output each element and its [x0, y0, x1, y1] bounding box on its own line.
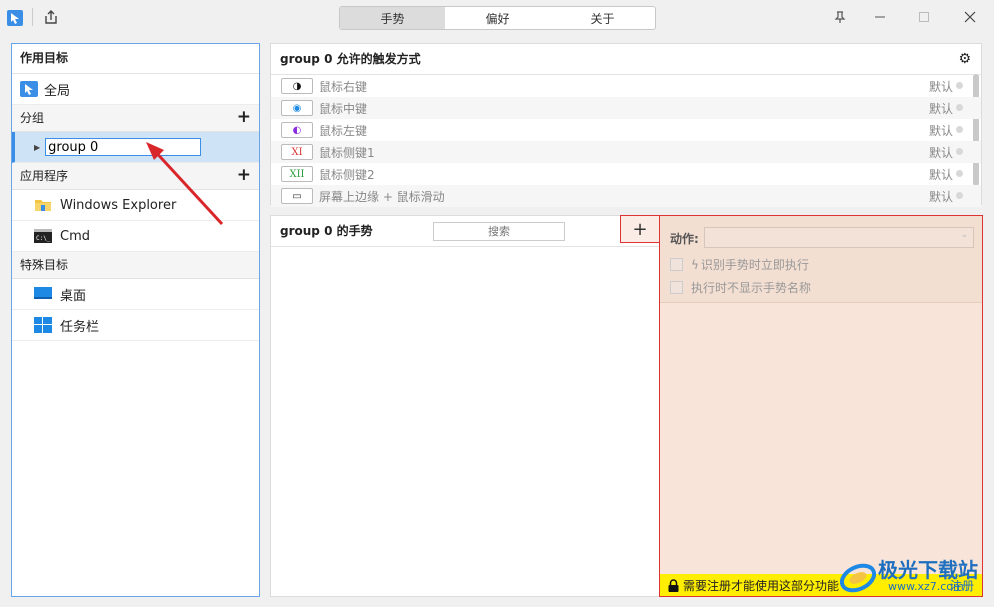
- trigger-default: 默认: [928, 101, 953, 116]
- tab-about[interactable]: 关于: [550, 7, 655, 29]
- trigger-panel: group 0 允许的触发方式 ⚙ ◑ 鼠标右键 默认 ◉ 鼠标中键 默认 ◐ …: [270, 43, 982, 207]
- separator: [32, 8, 33, 26]
- watermark-logo: 极光下载站 www.xz7.com: [838, 552, 988, 600]
- main-tabs: 手势 偏好 关于: [339, 6, 656, 30]
- add-gesture-button[interactable]: +: [620, 215, 660, 243]
- trigger-default: 默认: [928, 145, 953, 160]
- app-logo-icon: [6, 9, 24, 27]
- trigger-label: 鼠标中键: [319, 101, 368, 116]
- desktop-icon: [34, 286, 52, 302]
- tab-preferences[interactable]: 偏好: [445, 7, 550, 29]
- radio-indicator[interactable]: [956, 82, 963, 89]
- trigger-list: ◑ 鼠标右键 默认 ◉ 鼠标中键 默认 ◐ 鼠标左键 默认 XI 鼠标侧键1 默…: [271, 75, 981, 207]
- groups-section: 分组 +: [12, 105, 259, 132]
- special-section: 特殊目标: [12, 252, 259, 279]
- trigger-default: 默认: [928, 79, 953, 94]
- folder-icon: [34, 197, 52, 213]
- action-settings: 动作: ⌄ ϟ 识别手势时立即执行 执行时不显示手势名称: [660, 216, 982, 303]
- trigger-default: 默认: [928, 189, 953, 204]
- special-section-label: 特殊目标: [20, 258, 69, 272]
- app-item-label: Cmd: [60, 228, 90, 244]
- radio-indicator[interactable]: [956, 170, 963, 177]
- mouse-side1-icon: XI: [281, 144, 313, 160]
- radio-indicator[interactable]: [956, 192, 963, 199]
- expand-arrow-icon[interactable]: ▶: [34, 143, 40, 152]
- close-button[interactable]: [956, 5, 984, 29]
- target-global[interactable]: 全局: [12, 74, 259, 105]
- special-item-label: 桌面: [60, 288, 87, 304]
- trigger-item-middle-button[interactable]: ◉ 鼠标中键 默认: [271, 97, 981, 119]
- action-panel: 动作: ⌄ ϟ 识别手势时立即执行 执行时不显示手势名称 需要注册才能使用这部分…: [659, 215, 983, 597]
- trigger-panel-header: group 0 允许的触发方式 ⚙: [271, 44, 981, 75]
- gesture-panel: group 0 的手势: [270, 215, 660, 597]
- trigger-label: 鼠标侧键1: [319, 145, 375, 160]
- pin-icon[interactable]: [826, 5, 854, 29]
- add-group-button[interactable]: +: [237, 105, 251, 131]
- trigger-item-side1[interactable]: XI 鼠标侧键1 默认: [271, 141, 981, 163]
- action-select[interactable]: ⌄: [704, 227, 974, 248]
- special-item-desktop[interactable]: 桌面: [12, 279, 259, 310]
- hide-name-label: 执行时不显示手势名称: [691, 281, 812, 295]
- register-notice-text: 需要注册才能使用这部分功能: [683, 578, 840, 593]
- target-global-label: 全局: [44, 83, 71, 99]
- trigger-label: 鼠标侧键2: [319, 167, 375, 182]
- mouse-left-icon: ◐: [281, 122, 313, 138]
- watermark-swirl-icon: [839, 563, 877, 593]
- radio-indicator[interactable]: [956, 148, 963, 155]
- trigger-default: 默认: [928, 123, 953, 138]
- windows-icon: [34, 317, 52, 333]
- trigger-label: 屏幕上边缘 + 鼠标滑动: [319, 189, 445, 204]
- special-item-taskbar[interactable]: 任务栏: [12, 310, 259, 341]
- tab-gestures[interactable]: 手势: [340, 7, 445, 29]
- mouse-right-icon: ◑: [281, 78, 313, 94]
- execute-immediately-checkbox[interactable]: [670, 258, 683, 271]
- radio-indicator[interactable]: [956, 104, 963, 111]
- trigger-item-right-button[interactable]: ◑ 鼠标右键 默认: [271, 75, 981, 97]
- trigger-panel-title: group 0 允许的触发方式: [280, 52, 421, 66]
- execute-immediately-option[interactable]: ϟ 识别手势时立即执行: [670, 256, 809, 273]
- execute-immediately-label: 识别手势时立即执行: [700, 258, 809, 272]
- title-bar: 手势 偏好 关于: [0, 0, 994, 36]
- gesture-list: [271, 247, 659, 587]
- hide-name-option[interactable]: 执行时不显示手势名称: [670, 279, 811, 296]
- screen-edge-icon: ▭: [281, 188, 313, 204]
- svg-text:C:\_: C:\_: [36, 235, 51, 242]
- special-item-label: 任务栏: [60, 319, 100, 335]
- trigger-item-left-button[interactable]: ◐ 鼠标左键 默认: [271, 119, 981, 141]
- watermark-url: www.xz7.com: [888, 580, 964, 593]
- hide-name-checkbox[interactable]: [670, 281, 683, 294]
- trigger-item-screen-edge[interactable]: ▭ 屏幕上边缘 + 鼠标滑动 默认: [271, 185, 981, 207]
- mouse-side2-icon: XII: [281, 166, 313, 182]
- minimize-button[interactable]: [866, 5, 894, 29]
- lightning-icon: ϟ: [691, 257, 699, 272]
- gesture-panel-title: group 0 的手势: [280, 224, 373, 238]
- terminal-icon: C:\_: [34, 228, 52, 244]
- cursor-icon: [20, 81, 38, 97]
- apps-section-label: 应用程序: [20, 169, 69, 183]
- action-label: 动作:: [670, 232, 699, 246]
- groups-section-label: 分组: [20, 111, 45, 125]
- lock-icon: [668, 578, 679, 592]
- radio-indicator[interactable]: [956, 126, 963, 133]
- target-panel: 作用目标 全局 分组 + ▶ 应用程序 + Windows Explorer C…: [11, 43, 260, 597]
- trigger-item-side2[interactable]: XII 鼠标侧键2 默认: [271, 163, 981, 185]
- share-icon[interactable]: [42, 8, 60, 26]
- settings-gear-icon[interactable]: ⚙: [958, 44, 971, 74]
- maximize-button[interactable]: [910, 5, 938, 29]
- gesture-search-input[interactable]: [433, 222, 565, 241]
- target-panel-title: 作用目标: [12, 44, 259, 74]
- trigger-default: 默认: [928, 167, 953, 182]
- watermark-text: 极光下载站: [878, 558, 978, 582]
- annotation-arrow: [146, 142, 224, 226]
- gesture-panel-header: group 0 的手势: [271, 216, 659, 247]
- add-app-button[interactable]: +: [237, 163, 251, 189]
- trigger-label: 鼠标右键: [319, 79, 368, 94]
- mouse-middle-icon: ◉: [281, 100, 313, 116]
- chevron-down-icon: ⌄: [960, 230, 968, 240]
- trigger-label: 鼠标左键: [319, 123, 368, 138]
